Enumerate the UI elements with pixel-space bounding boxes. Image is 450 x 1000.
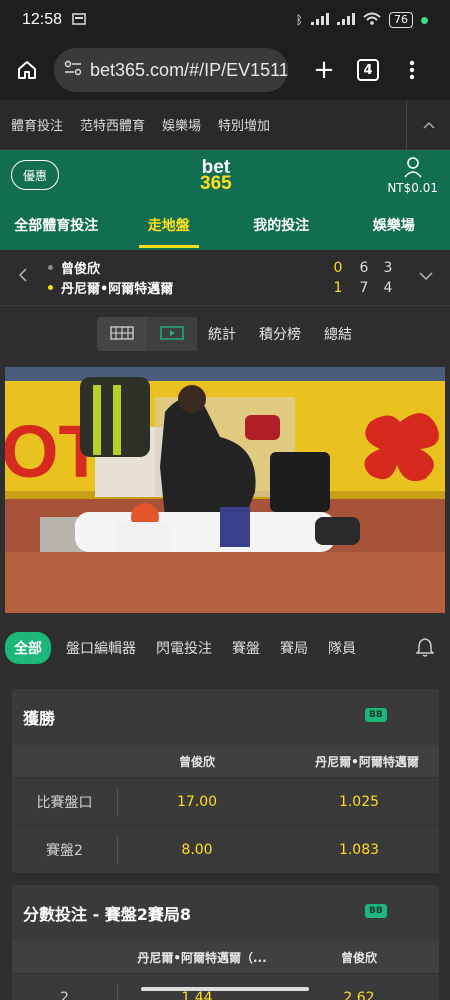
column-player1: 曾俊欣 [178, 754, 215, 769]
tab-all-sports[interactable]: 全部體育投注 [0, 210, 113, 250]
signal-icon [311, 12, 329, 28]
score-sets: 0 [333, 259, 343, 276]
market-card: 獲勝 BB 曾俊欣 丹尼爾•阿爾特邁爾 比賽盤口 17.00 1.025 賽盤2… [12, 689, 439, 873]
market-title: 分數投注 - 賽盤2賽局8 [23, 905, 192, 924]
column-player1: 丹尼爾•阿爾特邁爾（... [137, 950, 267, 965]
divider [117, 788, 118, 816]
bell-icon[interactable] [415, 637, 435, 661]
notification-icon [72, 11, 86, 29]
logo-line2: 365 [200, 173, 232, 194]
odds-button[interactable]: 1.083 [284, 842, 434, 858]
divider [117, 836, 118, 864]
market-header[interactable]: 分數投注 - 賽盤2賽局8 BB [12, 885, 439, 941]
video-stream-button[interactable] [147, 317, 197, 351]
odds-button[interactable]: 17.00 [122, 794, 272, 810]
filter-sets[interactable]: 賽盤 [232, 638, 260, 658]
score-set1: 7 [359, 279, 369, 296]
collapse-chevron-up-icon[interactable] [406, 99, 450, 150]
market-column-header: 曾俊欣 丹尼爾•阿爾特邁爾 [12, 745, 439, 777]
market-header[interactable]: 獲勝 BB [12, 689, 439, 745]
score-set2: 4 [383, 279, 393, 296]
odds-row: 比賽盤口 17.00 1.025 [12, 777, 439, 825]
player-name: 丹尼爾•阿爾特邁爾 [61, 282, 174, 297]
filter-flash-bet[interactable]: 閃電投注 [156, 638, 212, 658]
score-set1: 6 [359, 259, 369, 276]
tab-switcher-button[interactable]: 4 [346, 59, 390, 81]
odds-button[interactable]: 2.62 [284, 990, 434, 1000]
odds-row-label: 比賽盤口 [36, 794, 93, 811]
score-sets: 1 [333, 279, 343, 296]
market-title: 獲勝 [23, 709, 56, 728]
bet-builder-badge: BB [365, 708, 387, 722]
standings-link[interactable]: 積分榜 [259, 324, 301, 344]
tab-casino[interactable]: 娛樂場 [338, 210, 450, 250]
account-button[interactable]: NT$0.01 [387, 156, 438, 195]
chevron-left-icon[interactable] [18, 267, 28, 288]
promotions-button[interactable]: 優惠 [11, 160, 59, 190]
media-bar: 統計 積分榜 總結 [0, 306, 450, 362]
play-video-icon [160, 325, 184, 344]
bet-builder-badge: BB [365, 904, 387, 918]
score-set2: 3 [383, 259, 393, 276]
tab-count: 4 [357, 59, 379, 81]
player-name: 曾俊欣 [61, 262, 101, 277]
wifi-icon [363, 12, 381, 28]
url-text: bet365.com/#/IP/EV1511 [90, 59, 288, 80]
browser-toolbar: bet365.com/#/IP/EV1511 + 4 [0, 40, 450, 100]
home-icon[interactable] [10, 59, 44, 81]
topnav-item-sports[interactable]: 體育投注 [11, 115, 63, 134]
player-row: 丹尼爾•阿爾特邁爾 1 7 4 [48, 278, 408, 297]
market-column-header: 丹尼爾•阿爾特邁爾（... 曾俊欣 [12, 941, 439, 973]
court-icon [110, 325, 134, 344]
bet365-logo[interactable]: bet 365 [200, 158, 232, 194]
chevron-down-icon[interactable] [418, 265, 434, 286]
new-tab-icon[interactable]: + [302, 55, 346, 85]
topnav-item-casino[interactable]: 娛樂場 [162, 115, 201, 134]
site-settings-icon[interactable] [64, 60, 82, 80]
bluetooth-icon: ᛒ [295, 13, 303, 27]
column-player2: 丹尼爾•阿爾特邁爾 [315, 754, 419, 769]
main-nav: 全部體育投注 走地盤 我的投注 娛樂場 [0, 210, 450, 250]
status-bar: 12:58 ᛒ 76 [0, 0, 450, 40]
tab-my-bets[interactable]: 我的投注 [225, 210, 338, 250]
filter-all[interactable]: 全部 [5, 632, 51, 664]
odds-button[interactable]: 1.44 [122, 990, 272, 1000]
serve-indicator [48, 285, 53, 290]
column-player2: 曾俊欣 [340, 950, 377, 965]
market-card: 分數投注 - 賽盤2賽局8 BB 丹尼爾•阿爾特邁爾（... 曾俊欣 2 1.4… [12, 885, 439, 1000]
odds-button[interactable]: 8.00 [122, 842, 272, 858]
media-toggle [97, 317, 197, 351]
filter-games[interactable]: 賽局 [280, 638, 308, 658]
account-balance: NT$0.01 [387, 181, 438, 195]
market-filter-bar: 全部 盤口編輯器 閃電投注 賽盤 賽局 隊員 [0, 625, 450, 671]
stats-link[interactable]: 統計 [208, 324, 236, 344]
tab-in-play[interactable]: 走地盤 [113, 210, 226, 250]
battery-indicator: 76 [389, 12, 413, 28]
site-header: 優惠 bet 365 NT$0.01 全部體育投注 走地盤 我的投注 娛樂場 [0, 150, 450, 250]
gesture-nav-handle[interactable] [141, 987, 309, 991]
summary-link[interactable]: 總結 [324, 324, 352, 344]
serve-indicator [48, 265, 53, 270]
filter-players[interactable]: 隊員 [328, 638, 356, 658]
filter-bet-builder[interactable]: 盤口編輯器 [66, 638, 136, 658]
signal-icon [337, 12, 355, 28]
address-bar[interactable]: bet365.com/#/IP/EV1511 [54, 48, 288, 92]
status-dot-icon [421, 16, 428, 24]
odds-row: 賽盤2 8.00 1.083 [12, 825, 439, 873]
court-view-button[interactable] [97, 317, 147, 351]
scoreboard: 曾俊欣 0 6 3 丹尼爾•阿爾特邁爾 1 7 4 [0, 250, 450, 306]
odds-button[interactable]: 1.025 [284, 794, 434, 810]
odds-row-label: 2 [60, 989, 69, 1000]
topnav-item-fantasy[interactable]: 范特西體育 [80, 115, 145, 134]
more-menu-icon[interactable] [390, 60, 434, 80]
user-icon [387, 156, 438, 181]
site-top-nav: 體育投注 范特西體育 娛樂場 特別增加 [0, 99, 450, 150]
topnav-item-extras[interactable]: 特別增加 [218, 115, 270, 134]
odds-row-label: 賽盤2 [46, 842, 83, 859]
status-time: 12:58 [22, 11, 63, 28]
player-row: 曾俊欣 0 6 3 [48, 258, 408, 277]
live-video-stream[interactable]: OT [5, 367, 445, 613]
divider [117, 984, 118, 1000]
